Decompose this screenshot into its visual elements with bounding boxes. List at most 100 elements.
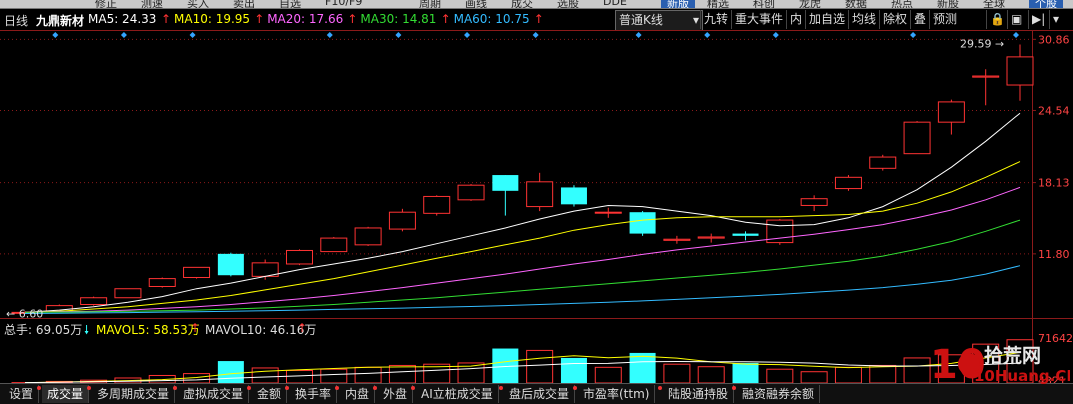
indicator-tab[interactable]: 设置 [4,385,39,403]
watermark-cn: 拾荒网 [984,344,1041,367]
event-diamond-icon[interactable] [190,32,196,38]
candle-body-up [321,238,347,252]
indicator-tab[interactable]: 成交量 [42,385,89,403]
candle [115,289,141,298]
candle-body-down [492,175,518,191]
price-tick-label: 18.13 [1038,177,1070,190]
event-diamond-icon[interactable] [910,32,916,38]
indicator-tab[interactable]: 融资融券余额 [737,385,820,403]
volume-bar-up [835,367,861,383]
candle [527,173,553,211]
high-price-annotation: 29.59 → [960,38,1004,51]
total-volume: 总手: 69.05万 [4,321,82,338]
candle [355,227,381,246]
event-diamond-icon[interactable] [121,32,127,38]
candle [733,231,759,240]
event-diamond-icon[interactable] [395,32,401,38]
event-diamond-icon[interactable] [773,32,779,38]
event-diamond-icon[interactable] [464,32,470,38]
tab-marker-icon [173,386,177,390]
up-arrow-icon: ↑ [297,321,307,335]
candle [938,100,964,135]
candle-body-up [286,250,312,264]
indicator-tab[interactable]: AI立桩成交量 [416,385,499,403]
tab-marker-icon [335,386,339,390]
candle [801,195,827,211]
candle [904,121,930,154]
event-diamond-icon[interactable] [533,32,539,38]
indicator-tab[interactable]: 市盈率(ttm) [578,385,655,403]
volume-bar-up [286,370,312,383]
ma-line-ma10 [25,162,1020,313]
indicator-tab[interactable]: 多周期成交量 [92,385,175,403]
indicator-tab[interactable]: 内盘 [340,385,375,403]
candle [664,236,690,244]
indicator-tab[interactable]: 金额 [252,385,287,403]
candle-body-down [630,212,656,233]
volume-bar-up [870,365,896,383]
volume-bar-up [904,358,930,383]
event-diamond-icon[interactable] [327,32,333,38]
candle [767,219,793,245]
volume-bar-up [389,365,415,383]
candle [184,267,210,278]
volume-bar-up [801,372,827,383]
indicator-tab[interactable]: 陆股通持股 [663,385,734,403]
candle-body-up [424,196,450,213]
candle [698,234,724,243]
volume-bar-up [321,369,347,383]
candle-body-up [973,76,999,77]
volume-bar-up [664,364,690,383]
down-arrow-icon: 🠗 [84,321,89,342]
indicator-tab[interactable]: 换手率 [290,385,337,403]
volume-bar-up [252,368,278,383]
candle [1007,45,1033,101]
candle-body-up [149,279,175,287]
candle-body-up [904,122,930,154]
tab-marker-icon [87,386,91,390]
candle [424,195,450,215]
candle-body-up [527,182,553,207]
candle-body-up [801,199,827,206]
mavol5-label: MAVOL5: 58.53万 [96,321,200,338]
watermark-logo: 10 拾荒网 10Huang.CN [930,340,1070,384]
candle [630,211,656,236]
candle-body-up [115,289,141,298]
volume-bar-up [767,369,793,383]
indicator-tab[interactable]: 盘后成交量 [504,385,575,403]
volume-bar-down [630,353,656,383]
candle-body-down [218,254,244,275]
tab-marker-icon [499,386,503,390]
candle-body-up [595,212,621,213]
candle-body-up [1007,57,1033,85]
candle [458,184,484,201]
watermark-url: 10Huang.CN [974,367,1070,384]
tab-marker-icon [373,386,377,390]
volume-bar-up [698,367,724,383]
candle [149,277,175,287]
candle-body-up [835,177,861,188]
volume-bar-down [733,363,759,383]
event-diamond-icon[interactable] [1013,32,1019,38]
up-arrow-icon: ↑ [190,321,200,335]
indicator-tab[interactable]: 外盘 [378,385,413,403]
candle-body-up [81,298,107,305]
volume-bar-up [355,367,381,383]
candle-body-up [184,267,210,277]
candle-body-up [389,212,415,229]
volume-bar-down [218,361,244,383]
candle [561,185,587,206]
tab-marker-icon [732,386,736,390]
tab-marker-icon [285,386,289,390]
event-diamond-icon[interactable] [636,32,642,38]
event-diamond-icon[interactable] [52,32,58,38]
candle [389,209,415,232]
candle [286,249,312,265]
candle [973,69,999,105]
event-diamond-icon[interactable] [704,32,710,38]
price-tick-label: 24.54 [1038,104,1070,117]
volume-bar-up [527,350,553,383]
candle-body-up [938,102,964,122]
candle [835,175,861,191]
indicator-tab[interactable]: 虚拟成交量 [178,385,249,403]
